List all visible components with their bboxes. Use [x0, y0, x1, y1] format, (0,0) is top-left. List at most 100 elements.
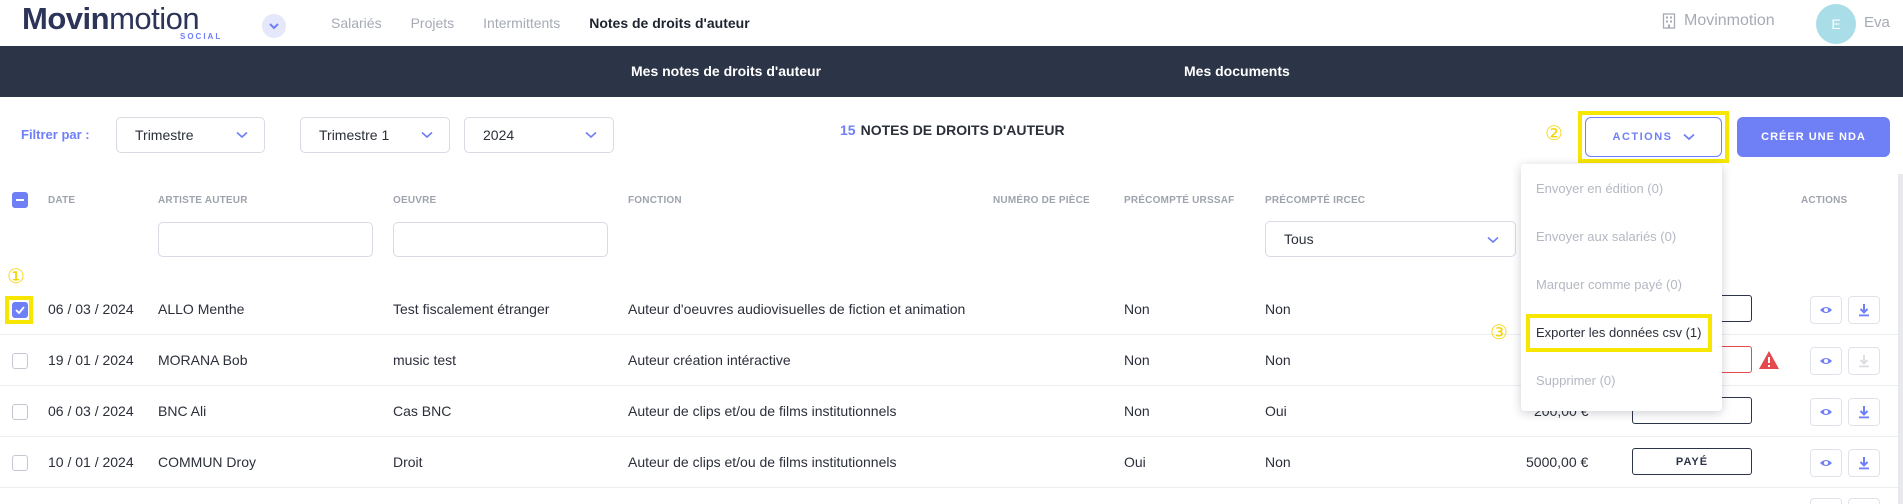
view-button[interactable] — [1810, 296, 1842, 324]
row-artist: ALLO Menthe — [158, 301, 245, 317]
logo-text-bold: Movin — [22, 1, 110, 36]
row-artist: MORANA Bob — [158, 352, 248, 368]
scrollbar[interactable] — [1898, 174, 1903, 504]
download-button[interactable] — [1848, 347, 1880, 375]
download-button[interactable] — [1848, 296, 1880, 324]
row-work: Cas BNC — [393, 403, 452, 419]
chevron-down-icon — [1487, 236, 1499, 244]
nav-notes-droits-auteur[interactable]: Notes de droits d'auteur — [589, 15, 749, 31]
row-function: Auteur de clips et/ou de films instituti… — [628, 454, 897, 470]
row-urssaf: Non — [1124, 403, 1150, 419]
filter-label: Filtrer par : — [21, 127, 90, 142]
view-button[interactable] — [1810, 398, 1842, 426]
row-ircec: Oui — [1265, 403, 1287, 419]
row-checkbox[interactable] — [12, 455, 28, 471]
menu-item-envoyer-salaries[interactable]: Envoyer aux salariés (0) — [1536, 229, 1676, 244]
year-select[interactable]: 2024 — [464, 117, 614, 153]
row-work: Test fiscalement étranger — [393, 301, 550, 317]
menu-item-envoyer-edition[interactable]: Envoyer en édition (0) — [1536, 181, 1663, 196]
sub-nav: Mes notes de droits d'auteur Mes documen… — [0, 46, 1903, 97]
row-urssaf: Oui — [1124, 454, 1146, 470]
logo-text-light: motion — [109, 1, 200, 36]
row-date: 19 / 01 / 2024 — [48, 352, 134, 368]
highlight-row-checkbox — [5, 296, 33, 324]
view-button[interactable] — [1810, 449, 1842, 477]
user-name[interactable]: Eva — [1864, 14, 1890, 31]
eye-icon — [1820, 358, 1832, 364]
eye-icon — [1820, 460, 1832, 466]
select-all-checkbox[interactable] — [12, 192, 28, 208]
tab-mes-notes[interactable]: Mes notes de droits d'auteur — [631, 63, 821, 79]
row-artist: COMMUN Droy — [158, 454, 256, 470]
nav-intermittents[interactable]: Intermittents — [483, 15, 560, 31]
column-header-piece[interactable]: NUMÉRO DE PIÈCE — [993, 195, 1090, 206]
nav-projets[interactable]: Projets — [411, 15, 455, 31]
app-switcher-button[interactable] — [262, 14, 286, 38]
period-select[interactable]: Trimestre 1 — [300, 117, 450, 153]
ircec-filter-select[interactable]: Tous — [1265, 221, 1516, 257]
row-urssaf: Non — [1124, 301, 1150, 317]
download-button[interactable] — [1848, 398, 1880, 426]
artist-filter-input[interactable] — [158, 222, 373, 257]
download-icon — [1859, 406, 1869, 419]
download-icon — [1859, 457, 1869, 470]
download-icon — [1859, 355, 1869, 368]
download-icon — [1859, 304, 1869, 317]
tab-mes-documents[interactable]: Mes documents — [1184, 63, 1290, 79]
year-value: 2024 — [483, 127, 515, 143]
menu-item-marquer-paye[interactable]: Marquer comme payé (0) — [1536, 277, 1682, 292]
eye-icon — [1820, 307, 1832, 313]
row-date: 06 / 03 / 2024 — [48, 301, 134, 317]
main-nav: Salariés Projets Intermittents Notes de … — [331, 0, 779, 46]
building-icon — [1662, 13, 1676, 29]
row-checkbox[interactable] — [12, 404, 28, 420]
page-title: 15 NOTES DE DROITS D'AUTEUR — [840, 122, 1065, 138]
row-checkbox[interactable] — [12, 353, 28, 369]
chevron-down-icon — [585, 131, 597, 139]
column-header-function[interactable]: FONCTION — [628, 195, 682, 206]
logo-subtitle: SOCIAL — [180, 32, 223, 41]
work-filter-input[interactable] — [393, 222, 608, 257]
column-header-date[interactable]: DATE — [48, 195, 75, 206]
nav-salaries[interactable]: Salariés — [331, 15, 382, 31]
table-row: 10 / 01 / 2024 COMMUN Droy Droit Auteur … — [0, 437, 1903, 488]
menu-item-supprimer[interactable]: Supprimer (0) — [1536, 373, 1615, 388]
avatar[interactable]: E — [1816, 4, 1856, 44]
row-work: Droit — [393, 454, 423, 470]
eye-icon — [1820, 409, 1832, 415]
period-type-select[interactable]: Trimestre — [116, 117, 265, 153]
column-header-ircec[interactable]: PRÉCOMPTÉ IRCEC — [1265, 195, 1365, 206]
row-date: 10 / 01 / 2024 — [48, 454, 134, 470]
chevron-down-icon — [269, 23, 279, 30]
view-button[interactable] — [1810, 498, 1842, 504]
row-function: Auteur d'oeuvres audiovisuelles de ficti… — [628, 301, 966, 317]
logo[interactable]: Movinmotion SOCIAL — [22, 2, 222, 42]
period-type-value: Trimestre — [135, 127, 194, 143]
view-button[interactable] — [1810, 347, 1842, 375]
download-button[interactable] — [1848, 498, 1880, 504]
step-marker-3: ③ — [1490, 322, 1508, 344]
row-work: music test — [393, 352, 457, 368]
highlight-actions — [1578, 111, 1729, 163]
row-function: Auteur de clips et/ou de films instituti… — [628, 403, 897, 419]
create-nda-button[interactable]: CRÉER UNE NDA — [1737, 117, 1890, 157]
column-header-urssaf[interactable]: PRÉCOMPTÉ URSSAF — [1124, 195, 1234, 206]
period-value: Trimestre 1 — [319, 127, 390, 143]
column-header-work[interactable]: OEUVRE — [393, 195, 436, 206]
table-row — [0, 488, 1903, 504]
status-badge: PAYÉ — [1632, 448, 1752, 475]
minus-icon — [16, 199, 24, 201]
row-amount: 5000,00 € — [1526, 454, 1589, 470]
step-marker-2: ② — [1545, 123, 1563, 145]
warning-icon[interactable] — [1758, 350, 1780, 370]
company-selector[interactable]: Movinmotion — [1662, 12, 1775, 30]
row-function: Auteur création intéractive — [628, 352, 791, 368]
column-header-artist[interactable]: ARTISTE AUTEUR — [158, 195, 248, 206]
company-name: Movinmotion — [1684, 12, 1775, 29]
row-urssaf: Non — [1124, 352, 1150, 368]
row-date: 06 / 03 / 2024 — [48, 403, 134, 419]
actions-menu: Envoyer en édition (0) Envoyer aux salar… — [1521, 164, 1722, 411]
notes-count: 15 — [840, 122, 856, 138]
download-button[interactable] — [1848, 449, 1880, 477]
top-bar: Movinmotion SOCIAL Salariés Projets Inte… — [0, 0, 1903, 46]
